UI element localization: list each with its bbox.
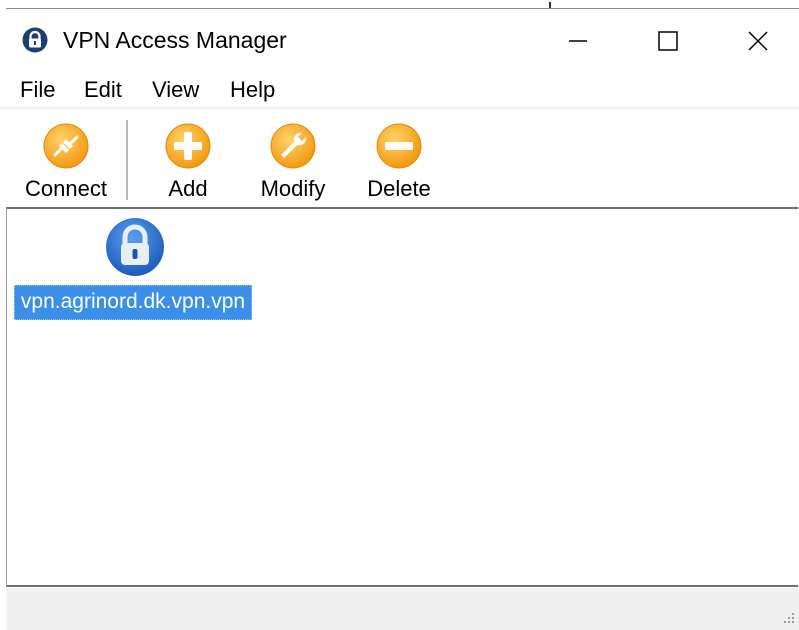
menu-file[interactable]: File [20, 77, 55, 103]
modify-button[interactable]: Modify [248, 110, 338, 206]
modify-label: Modify [260, 176, 326, 201]
maximize-icon [658, 31, 678, 51]
app-window: VPN Access Manager File Edit View Help C… [0, 0, 799, 630]
lock-icon [105, 218, 164, 276]
plus-icon [165, 123, 211, 169]
close-button[interactable] [718, 15, 798, 67]
menu-bar: File Edit View Help [0, 69, 799, 109]
maximize-button[interactable] [628, 15, 708, 67]
menu-help[interactable]: Help [230, 77, 275, 103]
menu-separator [0, 107, 799, 109]
delete-button[interactable]: Delete [356, 110, 442, 206]
minimize-button[interactable] [538, 15, 618, 67]
connect-button[interactable]: Connect [14, 110, 118, 206]
minimize-icon [569, 40, 587, 42]
menu-view[interactable]: View [152, 77, 199, 103]
connect-plug-icon [43, 123, 89, 169]
lock-icon [22, 27, 48, 53]
delete-label: Delete [367, 176, 431, 201]
connection-label: vpn.agrinord.dk.vpn.vpn [14, 285, 252, 320]
toolbar: Connect Add Modify Delete [0, 110, 799, 208]
window-title: VPN Access Manager [63, 27, 287, 53]
title-bar[interactable]: VPN Access Manager [0, 9, 799, 69]
resize-grip-icon[interactable] [781, 610, 795, 624]
wrench-icon [270, 123, 316, 169]
status-bar [6, 588, 799, 630]
connect-label: Connect [25, 176, 107, 201]
menu-edit[interactable]: Edit [84, 77, 122, 103]
add-label: Add [168, 176, 208, 201]
close-icon [748, 31, 768, 51]
minus-icon [376, 123, 422, 169]
list-item[interactable]: vpn.agrinord.dk.vpn.vpn [13, 217, 253, 320]
add-button[interactable]: Add [150, 110, 226, 206]
connection-list[interactable]: vpn.agrinord.dk.vpn.vpn [6, 207, 798, 587]
window-top-mark [549, 2, 551, 8]
toolbar-separator [126, 120, 128, 200]
